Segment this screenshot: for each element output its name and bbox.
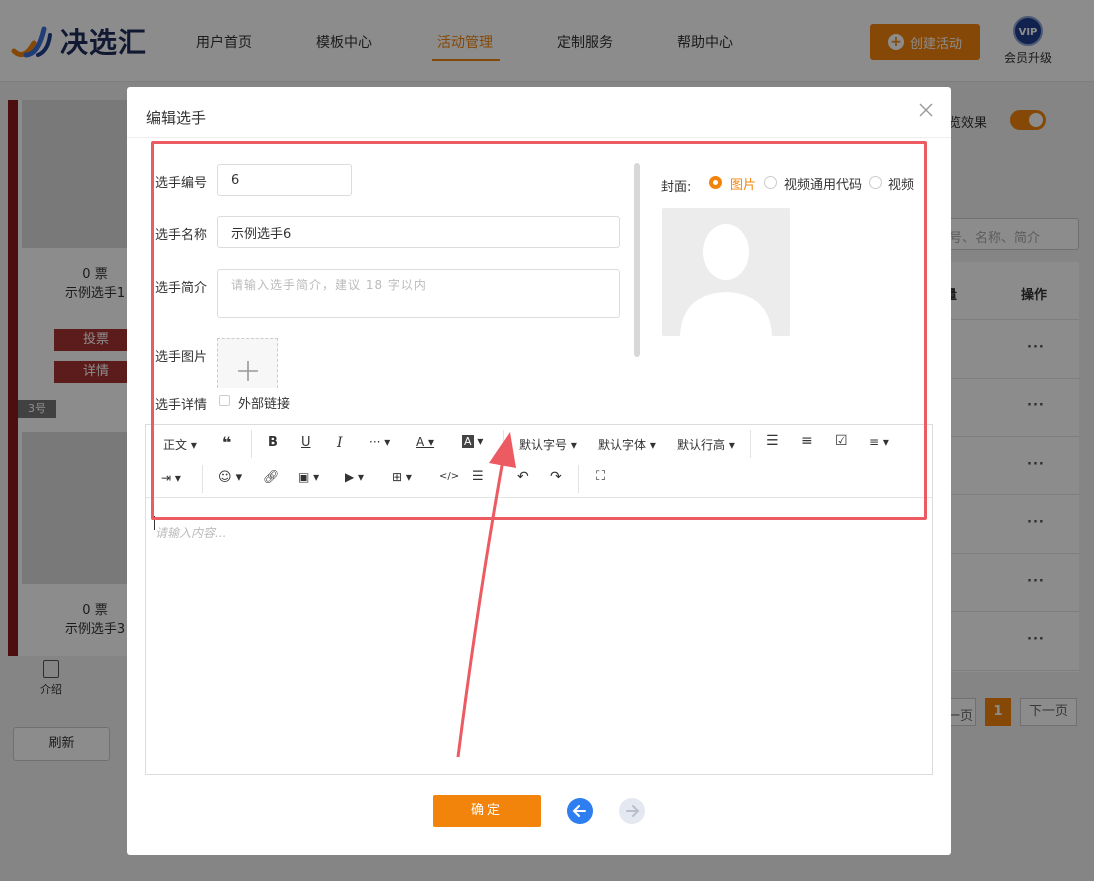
annotation-arrow-icon <box>456 432 516 758</box>
